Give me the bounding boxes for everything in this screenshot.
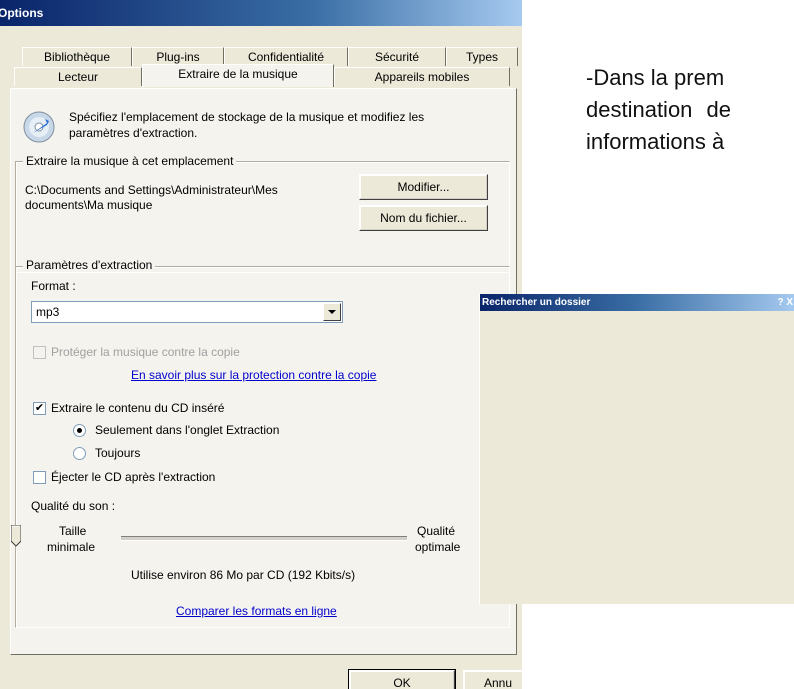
radio-only-tab[interactable] [73, 424, 86, 437]
slider-left-line2: minimale [47, 540, 96, 554]
compare-link[interactable]: Comparer les formats en ligne [176, 604, 337, 618]
quality-slider-thumb[interactable] [10, 524, 22, 547]
protect-label: Protéger la musique contre la copie [51, 345, 240, 359]
ok-button[interactable]: OK [348, 669, 456, 689]
format-value: mp3 [36, 305, 60, 319]
radio-always-label: Toujours [95, 446, 141, 460]
location-group-label: Extraire la musique à cet emplacement [23, 154, 237, 168]
cd-icon [23, 111, 55, 143]
protect-checkbox[interactable] [33, 346, 46, 359]
radio-dot [77, 428, 82, 433]
annotation-text: -Dans la prem destination de information… [586, 62, 731, 158]
help-close-icon[interactable]: ? X [777, 294, 793, 311]
location-path-line2: documents\Ma musique [25, 198, 153, 212]
options-title: Options [0, 6, 44, 20]
extract-cd-label: Extraire le contenu du CD inséré [51, 401, 225, 415]
browse-title: Rechercher un dossier [482, 297, 591, 308]
modify-button[interactable]: Modifier... [359, 174, 488, 200]
tab-securite[interactable]: Sécurité [348, 47, 446, 66]
protect-link[interactable]: En savoir plus sur la protection contre … [131, 368, 376, 382]
tab-types[interactable]: Types [446, 47, 518, 66]
slider-left-line1: Taille [59, 524, 87, 538]
tab-extraire-musique[interactable]: Extraire de la musique [142, 64, 334, 87]
tab-appareils-mobiles[interactable]: Appareils mobiles [334, 67, 510, 86]
checkmark-icon: ✔ [34, 402, 45, 414]
filename-button[interactable]: Nom du fichier... [359, 205, 488, 231]
radio-only-tab-label: Seulement dans l'onglet Extraction [95, 423, 280, 437]
eject-checkbox[interactable] [33, 471, 46, 484]
quality-label: Qualité du son : [31, 499, 116, 513]
tab-lecteur[interactable]: Lecteur [14, 67, 142, 86]
browse-title-bar: Rechercher un dossier ? X [480, 294, 794, 311]
tab-panel: Spécifiez l'emplacement de stockage de l… [10, 88, 517, 655]
options-dialog: Options Bibliothèque Plug-ins Confidenti… [0, 0, 522, 689]
browse-folder-dialog: Rechercher un dossier ? X [479, 294, 794, 604]
usage-text: Utilise environ 86 Mo par CD (192 Kbits/… [131, 568, 356, 582]
format-label: Format : [31, 279, 76, 293]
slider-right-line1: Qualité [417, 524, 456, 538]
location-path-line1: C:\Documents and Settings\Administrateur… [25, 183, 278, 197]
cancel-button[interactable]: Annu [463, 670, 522, 689]
annotation-line2: destination de [586, 97, 731, 122]
annotation-line1: -Dans la prem [586, 65, 725, 90]
quality-slider-track[interactable] [121, 536, 407, 541]
eject-label: Éjecter le CD après l'extraction [51, 470, 216, 484]
intro-text-line1: Spécifiez l'emplacement de stockage de l… [69, 110, 425, 124]
intro-text-line2: paramètres d'extraction. [69, 126, 198, 140]
annotation-line3: informations à [586, 129, 725, 154]
tab-bibliotheque[interactable]: Bibliothèque [22, 47, 132, 66]
options-title-bar: Options [0, 0, 522, 26]
format-select[interactable]: mp3 [31, 301, 343, 323]
radio-always[interactable] [73, 447, 86, 460]
extract-cd-checkbox[interactable]: ✔ [33, 402, 46, 415]
settings-group-label: Paramètres d'extraction [23, 258, 156, 272]
slider-right-line2: optimale [415, 540, 461, 554]
chevron-down-icon[interactable] [323, 303, 341, 321]
